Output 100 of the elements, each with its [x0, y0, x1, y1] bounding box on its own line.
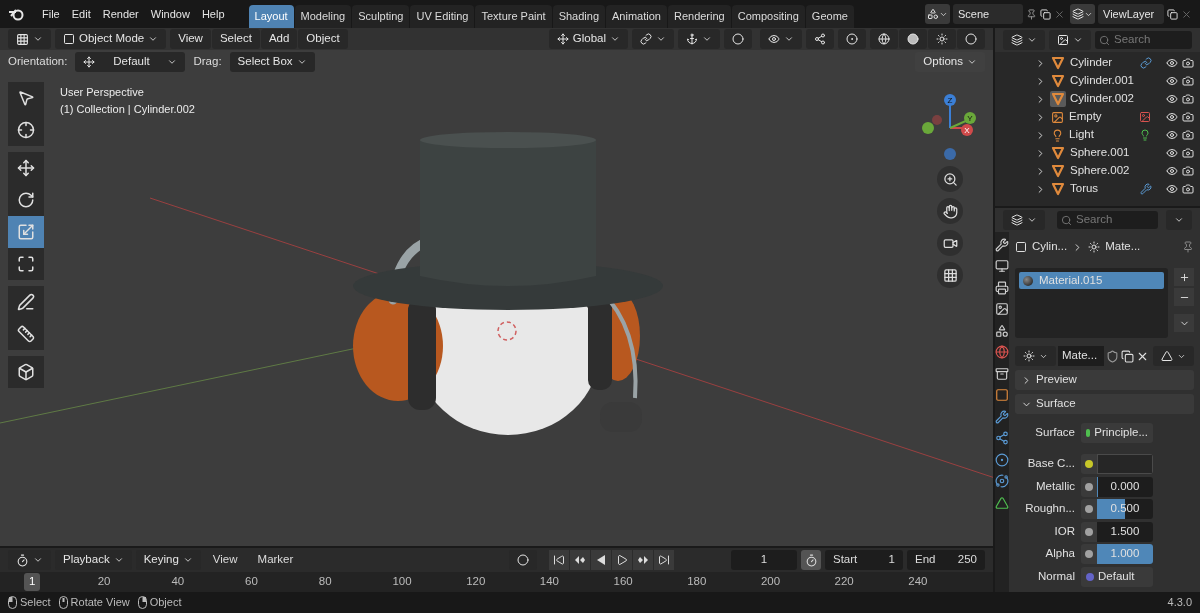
navigation-button[interactable]	[937, 198, 963, 224]
outliner-item[interactable]: Sphere.001	[1035, 144, 1200, 162]
menu-dropdown[interactable]: Keying	[135, 550, 201, 570]
pin-icon[interactable]	[1026, 8, 1037, 20]
copy-icon[interactable]	[1121, 349, 1134, 363]
eye-icon[interactable]	[1166, 111, 1178, 123]
browse-material-button[interactable]	[1015, 346, 1056, 366]
eye-icon[interactable]	[1166, 57, 1178, 69]
slider-field[interactable]: 0.500	[1097, 499, 1153, 519]
scene-selector-button[interactable]	[925, 4, 950, 24]
pin-icon[interactable]	[1182, 241, 1194, 253]
editor-type-button[interactable]	[1003, 210, 1045, 230]
playback-button[interactable]	[570, 550, 591, 570]
outliner-item[interactable]: Torus	[1035, 180, 1200, 198]
playback-button[interactable]	[654, 550, 675, 570]
copy-icon[interactable]	[1040, 8, 1051, 20]
material-name-field[interactable]: Mate...	[1058, 346, 1104, 366]
workspace-tab[interactable]: Modeling	[294, 5, 352, 28]
view-layer-selector-button[interactable]	[1070, 4, 1095, 24]
panel-header[interactable]: Surface	[1015, 394, 1194, 414]
search-field[interactable]: Search	[1057, 211, 1158, 229]
rendered-shading-button[interactable]	[957, 29, 985, 49]
camera-icon[interactable]	[1182, 75, 1194, 87]
workspace-tab[interactable]: Rendering	[667, 5, 731, 28]
menu-item[interactable]: Render	[96, 5, 145, 23]
color-swatch[interactable]	[1097, 454, 1153, 474]
overlays-button[interactable]	[838, 29, 866, 49]
workspace-tab[interactable]: Shading	[552, 5, 606, 28]
drag-dropdown[interactable]: Select Box	[229, 52, 315, 72]
playback-button[interactable]	[633, 550, 654, 570]
eye-icon[interactable]	[1166, 147, 1178, 159]
eye-icon[interactable]	[1166, 183, 1178, 195]
gizmo-toggle-button[interactable]	[806, 29, 834, 49]
view-layer-field[interactable]: ViewLayer	[1098, 4, 1164, 24]
workspace-tab[interactable]: Animation	[606, 5, 667, 28]
orientation-dropdown[interactable]: Default	[75, 52, 186, 72]
copy-icon[interactable]	[1167, 8, 1178, 20]
outliner-item[interactable]: Cylinder.002	[1035, 90, 1200, 108]
menu-item[interactable]: Window	[144, 5, 196, 23]
slider-field[interactable]: 0.000	[1097, 476, 1153, 497]
outliner-item[interactable]: Cylinder.001	[1035, 72, 1200, 90]
tool-button[interactable]	[8, 152, 44, 184]
start-frame-field[interactable]: Start 1	[825, 550, 903, 570]
eye-icon[interactable]	[1166, 75, 1178, 87]
tool-button[interactable]	[8, 318, 44, 350]
number-field[interactable]: 1.500	[1097, 521, 1153, 542]
menu-item[interactable]: View	[204, 551, 246, 569]
menu-item[interactable]: Select	[211, 29, 260, 49]
eye-icon[interactable]	[1166, 165, 1178, 177]
playback-button[interactable]	[591, 550, 612, 570]
navigation-button[interactable]	[937, 230, 963, 256]
workspace-tab[interactable]: Layout	[248, 5, 294, 28]
shield-icon[interactable]	[1106, 349, 1119, 363]
menu-item[interactable]: Object	[298, 29, 348, 49]
panel-header[interactable]: Preview	[1015, 370, 1194, 390]
eye-icon[interactable]	[1166, 93, 1178, 105]
workspace-tab[interactable]: Texture Paint	[475, 5, 552, 28]
tool-button[interactable]	[8, 248, 44, 280]
menu-item[interactable]: Edit	[65, 5, 97, 23]
pivot-button[interactable]	[632, 29, 674, 49]
material-shading-button[interactable]	[928, 29, 956, 49]
camera-icon[interactable]	[1182, 183, 1194, 195]
outliner-item[interactable]: Empty	[1035, 108, 1200, 126]
camera-icon[interactable]	[1182, 147, 1194, 159]
stopwatch-button[interactable]	[801, 550, 821, 570]
proportional-edit-button[interactable]	[724, 29, 752, 49]
navigation-gizmo[interactable]: Z Y X	[915, 90, 985, 160]
workspace-tab[interactable]: Sculpting	[352, 5, 410, 28]
add-slot-button[interactable]	[1174, 268, 1194, 286]
surface-shader-field[interactable]: Principle...	[1081, 423, 1153, 443]
end-frame-field[interactable]: End 250	[907, 550, 985, 570]
menu-item[interactable]: View	[170, 29, 211, 49]
outliner-item[interactable]: Light	[1035, 126, 1200, 144]
scene-field[interactable]: Scene	[953, 4, 1023, 24]
camera-icon[interactable]	[1182, 93, 1194, 105]
input-link-field[interactable]: Default	[1081, 566, 1153, 587]
solid-shading-button[interactable]	[899, 29, 927, 49]
current-frame-field[interactable]: 1	[731, 550, 797, 570]
camera-icon[interactable]	[1182, 111, 1194, 123]
tool-button[interactable]	[8, 356, 44, 388]
tool-button[interactable]	[8, 184, 44, 216]
navigation-button[interactable]	[937, 262, 963, 288]
navigation-button[interactable]	[937, 166, 963, 192]
visibility-button[interactable]	[760, 29, 802, 49]
outliner-item[interactable]: Cylinder	[1035, 54, 1200, 72]
editor-type-button[interactable]	[8, 29, 51, 49]
eye-icon[interactable]	[1166, 129, 1178, 141]
workspace-tab[interactable]: UV Editing	[410, 5, 475, 28]
playback-button[interactable]	[549, 550, 570, 570]
display-mode-button[interactable]	[1003, 30, 1045, 50]
tool-button[interactable]	[8, 286, 44, 318]
camera-icon[interactable]	[1182, 165, 1194, 177]
playback-button[interactable]	[612, 550, 633, 570]
menu-item[interactable]: Help	[195, 5, 231, 23]
menu-item[interactable]: Marker	[249, 551, 302, 569]
node-tree-button[interactable]	[1153, 346, 1194, 366]
workspace-tab[interactable]: Compositing	[731, 5, 805, 28]
outliner-item[interactable]: Sphere.002	[1035, 162, 1200, 180]
menu-dropdown[interactable]: Playback	[55, 550, 132, 570]
tool-button[interactable]	[8, 114, 44, 146]
